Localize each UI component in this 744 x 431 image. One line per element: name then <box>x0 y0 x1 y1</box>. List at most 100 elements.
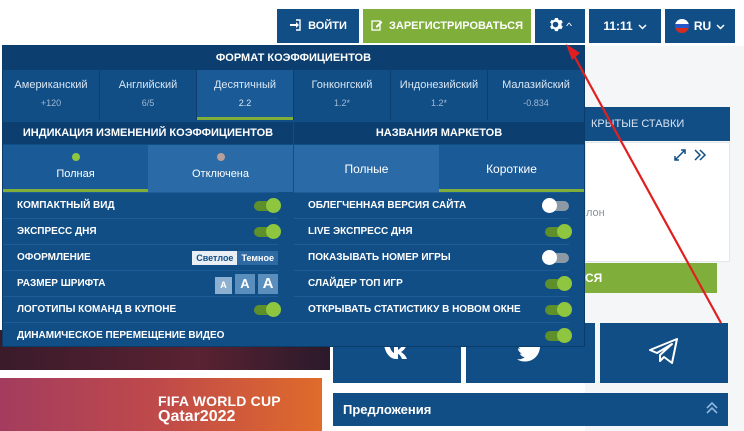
language-value: RU <box>693 19 712 33</box>
indication-off-tab[interactable]: Отключена <box>148 145 293 192</box>
option-stats-window: ОТКРЫВАТЬ СТАТИСТИКУ В НОВОМ ОКНЕ <box>294 296 572 322</box>
odds-tab-example: -0.834 <box>523 98 549 108</box>
team-logos-toggle[interactable] <box>254 301 281 317</box>
offers-title: Предложения <box>343 402 432 417</box>
odds-format-title: ФОРМАТ КОЭФФИЦИЕНТОВ <box>3 46 584 70</box>
live-express-toggle[interactable] <box>545 223 572 239</box>
status-dot-icon <box>71 153 80 161</box>
option-dynamic-video: ДИНАМИЧЕСКОЕ ПЕРЕМЕЩЕНИЕ ВИДЕО <box>3 322 572 348</box>
markets-full-tab[interactable]: Полные <box>294 145 439 192</box>
option-label: РАЗМЕР ШРИФТА <box>17 278 106 289</box>
login-icon <box>289 18 301 34</box>
odds-tab-example: +120 <box>40 98 62 108</box>
odds-indication-title: ИНДИКАЦИЯ ИЗМЕНЕНИЙ КОЭФФИЦИЕНТОВ <box>3 122 293 144</box>
dynamic-video-toggle[interactable] <box>545 327 572 343</box>
settings-button[interactable]: ^ <box>535 9 585 43</box>
font-size-switch: A A A <box>215 273 278 294</box>
chevron-up-icon: ^ <box>566 21 573 31</box>
lite-version-toggle[interactable] <box>542 197 569 213</box>
offers-section[interactable]: Предложения <box>333 393 728 426</box>
odds-tab-example: 1.2* <box>430 98 447 108</box>
banner-line-2: Qatar2022 <box>158 408 236 425</box>
option-label: ДИНАМИЧЕСКОЕ ПЕРЕМЕЩЕНИЕ ВИДЕО <box>17 330 225 341</box>
option-label: ОБЛЕГЧЕННАЯ ВЕРСИЯ САЙТА <box>308 200 467 211</box>
theme-light-button[interactable]: Светлое <box>192 250 238 265</box>
bet-slip-panel <box>585 142 730 262</box>
odds-tab-indonesian[interactable]: Индонезийский 1.2* <box>391 70 488 120</box>
time-value: 11:11 <box>603 19 633 33</box>
option-theme: ОФОРМЛЕНИЕ Светлое Темное <box>3 244 278 270</box>
chevron-down-icon <box>716 19 725 33</box>
telegram-icon <box>648 337 679 369</box>
compact-view-toggle[interactable] <box>254 197 281 213</box>
option-express-day: ЭКСПРЕСС ДНЯ <box>3 218 281 244</box>
language-selector[interactable]: RU <box>665 9 735 43</box>
option-label: ЛОГОТИПЫ КОМАНД В КУПОНЕ <box>17 304 177 315</box>
option-top-slider: СЛАЙДЕР ТОП ИГР <box>294 270 572 296</box>
bet-slip-tools <box>673 148 707 165</box>
gear-icon <box>548 17 564 36</box>
odds-format-tabs: Американский +120 Английский 6/5 Десятич… <box>3 70 584 120</box>
status-dot-icon <box>216 153 225 161</box>
odds-tab-example: 2.2 <box>238 98 252 108</box>
option-game-number: ПОКАЗЫВАТЬ НОМЕР ИГРЫ <box>294 244 569 270</box>
odds-tab-decimal[interactable]: Десятичный 2.2 <box>197 70 294 120</box>
odds-tab-english[interactable]: Английский 6/5 <box>100 70 197 120</box>
option-label: КОМПАКТНЫЙ ВИД <box>17 200 115 211</box>
indication-off-label: Отключена <box>192 168 249 180</box>
stats-window-toggle[interactable] <box>545 301 572 317</box>
edit-icon <box>371 19 383 34</box>
time-selector[interactable]: 11:11 <box>589 9 661 43</box>
option-font-size: РАЗМЕР ШРИФТА A A A <box>3 270 278 296</box>
telegram-link[interactable] <box>599 323 728 383</box>
font-small-button[interactable]: A <box>215 276 232 294</box>
login-button[interactable]: ВОЙТИ <box>277 9 359 43</box>
register-label: ЗАРЕГИСТРИРОВАТЬСЯ <box>388 20 524 32</box>
theme-dark-button[interactable]: Темное <box>237 250 278 265</box>
open-bets-header[interactable]: КРЫТЫЕ СТАВКИ <box>585 107 730 141</box>
theme-switch: Светлое Темное <box>192 250 278 265</box>
font-large-button[interactable]: A <box>258 273 278 294</box>
odds-indication-tabs: Полная Отключена <box>3 145 293 192</box>
option-label: LIVE ЭКСПРЕСС ДНЯ <box>308 226 413 237</box>
bet-submit-button[interactable]: СЯ <box>585 263 717 293</box>
double-chevron-up-icon[interactable] <box>706 401 718 417</box>
register-button[interactable]: ЗАРЕГИСТРИРОВАТЬСЯ <box>363 9 531 43</box>
markets-short-tab[interactable]: Короткие <box>439 145 584 192</box>
game-number-toggle[interactable] <box>542 249 569 265</box>
option-compact-view: КОМПАКТНЫЙ ВИД <box>3 192 281 218</box>
option-label: ОТКРЫВАТЬ СТАТИСТИКУ В НОВОМ ОКНЕ <box>308 304 521 315</box>
phone-field-fragment: лон <box>586 207 605 219</box>
top-slider-toggle[interactable] <box>545 275 572 291</box>
font-medium-button[interactable]: A <box>235 273 255 294</box>
top-header: ВОЙТИ ЗАРЕГИСТРИРОВАТЬСЯ ^ 11:11 RU <box>0 0 744 46</box>
odds-tab-label: Гонконгский <box>311 79 373 91</box>
settings-dropdown: ФОРМАТ КОЭФФИЦИЕНТОВ Американский +120 А… <box>2 45 585 347</box>
russia-flag-icon <box>674 19 689 33</box>
chevron-down-icon <box>638 19 647 33</box>
world-cup-banner-text: FIFA WORLD CUP Qatar2022 <box>158 394 281 425</box>
market-names-title: НАЗВАНИЯ МАРКЕТОВ <box>294 122 584 144</box>
odds-tab-label: Английский <box>118 79 178 91</box>
express-day-toggle[interactable] <box>254 223 281 239</box>
odds-tab-label: Американский <box>14 79 88 91</box>
indication-full-label: Полная <box>56 168 95 180</box>
odds-tab-malaysian[interactable]: Малазийский -0.834 <box>488 70 584 120</box>
odds-tab-label: Десятичный <box>213 79 277 91</box>
option-live-express: LIVE ЭКСПРЕСС ДНЯ <box>294 218 572 244</box>
option-team-logos: ЛОГОТИПЫ КОМАНД В КУПОНЕ <box>3 296 281 322</box>
odds-tab-hongkong[interactable]: Гонконгский 1.2* <box>294 70 391 120</box>
markets-full-label: Полные <box>344 161 389 176</box>
odds-tab-example: 6/5 <box>141 98 155 108</box>
markets-short-label: Короткие <box>486 161 537 176</box>
expand-icon[interactable] <box>673 148 687 165</box>
odds-tab-example: 1.2* <box>333 98 350 108</box>
login-label: ВОЙТИ <box>308 20 347 32</box>
odds-tab-label: Малазийский <box>502 79 570 91</box>
option-label: СЛАЙДЕР ТОП ИГР <box>308 278 403 289</box>
odds-tab-american[interactable]: Американский +120 <box>3 70 100 120</box>
double-chevron-right-icon[interactable] <box>693 148 707 165</box>
indication-full-tab[interactable]: Полная <box>3 145 148 192</box>
market-names-tabs: Полные Короткие <box>294 145 584 192</box>
option-label: ПОКАЗЫВАТЬ НОМЕР ИГРЫ <box>308 252 451 263</box>
